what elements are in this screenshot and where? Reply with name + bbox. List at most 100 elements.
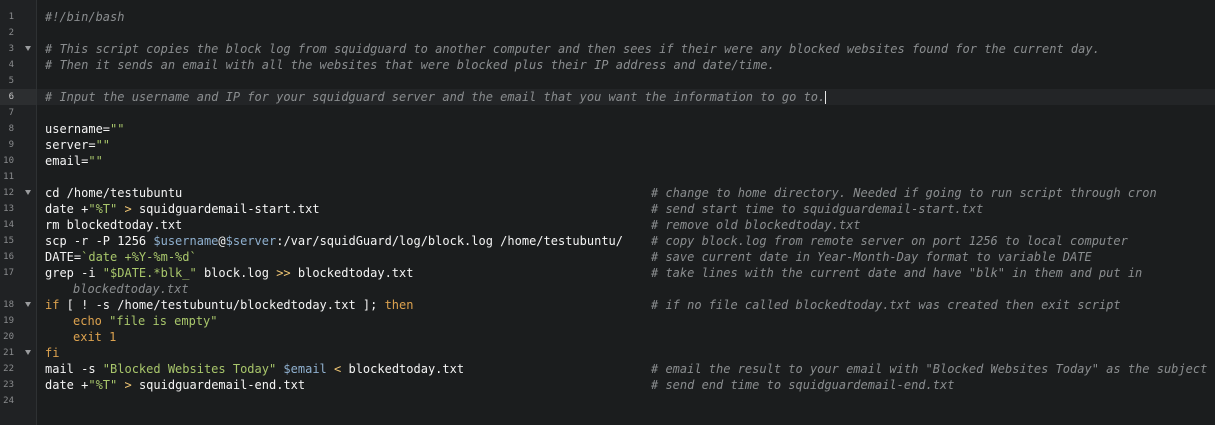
line-number: 8 — [8, 124, 14, 134]
gutter-line: 4 — [0, 57, 36, 73]
gutter-line: 3 — [0, 41, 36, 57]
comment-text: # send start time to squidguardemail-sta… — [651, 202, 984, 216]
code-token: date + — [45, 202, 89, 216]
code-line-wrap[interactable]: blockedtoday.txt — [37, 281, 1215, 297]
line-number: 1 — [8, 12, 14, 22]
string-token: "$DATE.*blk_" — [102, 266, 197, 280]
gutter-line: 24 — [0, 393, 36, 409]
line-number: 18 — [3, 300, 14, 310]
code-token: server= — [45, 138, 96, 152]
code-token: rm blockedtoday.txt — [45, 218, 183, 232]
gutter-line: 18 — [0, 297, 36, 313]
string-token: "Blocked Websites Today" — [102, 362, 277, 376]
code-token: email= — [45, 154, 89, 168]
variable-token: $server — [225, 234, 277, 248]
gutter-line: 23 — [0, 377, 36, 393]
operator-token: > — [117, 378, 139, 392]
gutter-line: 5 — [0, 73, 36, 89]
code-line[interactable]: scp -r -P 1256 $username@$server:/var/sq… — [37, 233, 1215, 249]
gutter-line: 22 — [0, 361, 36, 377]
line-number: 12 — [3, 188, 14, 198]
line-number: 5 — [8, 76, 14, 86]
code-line[interactable]: server="" — [37, 137, 1215, 153]
code-token: cd /home/testubuntu — [45, 186, 183, 200]
gutter-line: 13 — [0, 201, 36, 217]
shebang: #!/bin/bash — [45, 10, 125, 24]
line-number: 11 — [3, 172, 14, 182]
gutter-line: 21 — [0, 345, 36, 361]
string-token: "" — [110, 122, 125, 136]
keyword-token: fi — [45, 346, 60, 360]
code-line[interactable]: if [ ! -s /home/testubuntu/blockedtoday.… — [37, 297, 1215, 313]
fold-arrow-icon[interactable] — [25, 302, 31, 307]
string-token: "" — [88, 154, 103, 168]
string-token: "file is empty" — [109, 314, 218, 328]
code-token: @ — [218, 234, 226, 248]
code-line[interactable]: exit 1 — [37, 329, 1215, 345]
code-line-current[interactable]: # Input the username and IP for your squ… — [37, 89, 1215, 105]
string-token: "%T" — [88, 202, 118, 216]
code-area[interactable]: #!/bin/bash # This script copies the blo… — [37, 0, 1215, 425]
code-line[interactable]: #!/bin/bash — [37, 9, 1215, 25]
fold-arrow-icon[interactable] — [25, 46, 31, 51]
gutter-line: 7 — [0, 105, 36, 121]
comment-text: # take lines with the current date and h… — [651, 266, 1143, 280]
code-editor[interactable]: 1 2 3 4 5 6 7 8 9 10 11 12 13 14 15 16 1… — [0, 0, 1215, 425]
fold-arrow-icon[interactable] — [25, 190, 31, 195]
line-number: 23 — [3, 380, 14, 390]
line-number: 9 — [8, 140, 14, 150]
line-number: 21 — [3, 348, 14, 358]
operator-token: < — [326, 362, 349, 376]
code-line[interactable]: # Then it sends an email with all the we… — [37, 57, 1215, 73]
variable-token: $username — [153, 234, 219, 248]
line-number: 13 — [3, 204, 14, 214]
code-line[interactable]: cd /home/testubuntu # change to home dir… — [37, 185, 1215, 201]
gutter-line-current: 6 — [0, 89, 36, 105]
code-token: block.log — [196, 266, 277, 280]
comment-text: # Then it sends an email with all the we… — [45, 58, 775, 72]
code-line[interactable]: date +"%T" > squidguardemail-end.txt # s… — [37, 377, 1215, 393]
line-number: 14 — [3, 220, 14, 230]
code-token: username= — [45, 122, 111, 136]
line-number: 2 — [8, 28, 14, 38]
code-line[interactable]: # This script copies the block log from … — [37, 41, 1215, 57]
code-line[interactable]: fi — [37, 345, 1215, 361]
comment-text: # email the result to your email with "B… — [651, 362, 1208, 376]
code-token: squidguardemail-start.txt — [138, 202, 320, 216]
code-token: DATE= — [45, 250, 82, 264]
code-line[interactable]: grep -i "$DATE.*blk_" block.log >> block… — [37, 265, 1215, 281]
line-number: 20 — [3, 332, 14, 342]
code-line[interactable]: username="" — [37, 121, 1215, 137]
line-number: 10 — [3, 156, 14, 166]
operator-token: > — [117, 202, 139, 216]
line-number: 17 — [3, 268, 14, 278]
code-line[interactable]: echo "file is empty" — [37, 313, 1215, 329]
keyword-token: echo — [73, 314, 110, 328]
code-line[interactable]: DATE=`date +%Y-%m-%d` # save current dat… — [37, 249, 1215, 265]
variable-token: $email — [283, 362, 327, 376]
keyword-token: then — [384, 298, 414, 312]
line-number: 24 — [3, 396, 14, 406]
code-token: grep -i — [45, 266, 103, 280]
gutter-line: 15 — [0, 233, 36, 249]
code-token: squidguardemail-end.txt — [138, 378, 306, 392]
code-line[interactable]: email="" — [37, 153, 1215, 169]
line-number: 4 — [8, 60, 14, 70]
line-number: 6 — [8, 92, 14, 102]
string-token: "%T" — [88, 378, 118, 392]
code-line[interactable]: rm blockedtoday.txt # remove old blocked… — [37, 217, 1215, 233]
code-token: blockedtoday.txt — [348, 362, 465, 376]
comment-text: # if no file called blockedtoday.txt was… — [651, 298, 1121, 312]
gutter-line: 11 — [0, 169, 36, 185]
gutter-line: 8 — [0, 121, 36, 137]
text-cursor — [825, 91, 827, 104]
line-number: 3 — [8, 44, 14, 54]
gutter-line: 9 — [0, 137, 36, 153]
code-line[interactable]: date +"%T" > squidguardemail-start.txt #… — [37, 201, 1215, 217]
code-line[interactable]: mail -s "Blocked Websites Today" $email … — [37, 361, 1215, 377]
fold-arrow-icon[interactable] — [25, 350, 31, 355]
code-token: mail -s — [45, 362, 103, 376]
line-number: 19 — [3, 316, 14, 326]
keyword-token: if — [45, 298, 60, 312]
gutter-line: 1 — [0, 9, 36, 25]
